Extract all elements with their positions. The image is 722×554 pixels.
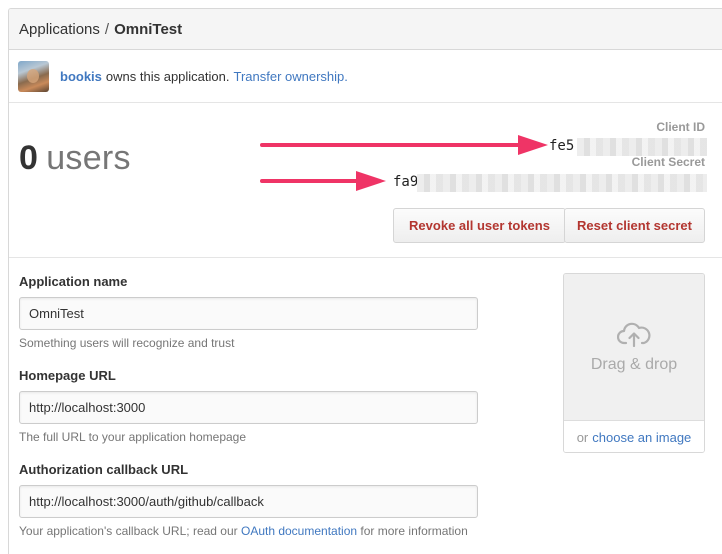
logo-dropzone[interactable]: Drag & drop or choose an image — [563, 273, 705, 453]
client-secret-label: Client Secret — [631, 155, 705, 169]
user-count: 0 users — [19, 139, 131, 178]
reset-secret-button[interactable]: Reset client secret — [564, 208, 705, 243]
breadcrumb-parent[interactable]: Applications — [19, 21, 100, 38]
client-secret-value: fa9 — [393, 174, 419, 190]
avatar[interactable] — [18, 60, 49, 92]
dropzone-area[interactable]: Drag & drop — [564, 274, 704, 421]
choose-image-link[interactable]: choose an image — [592, 430, 691, 445]
callback-url-input[interactable]: http://localhost:3000/auth/github/callba… — [19, 485, 478, 518]
homepage-url-note: The full URL to your application homepag… — [19, 430, 247, 444]
owner-row: bookis owns this application. Transfer o… — [9, 50, 722, 103]
callback-url-note: Your application's callback URL; read ou… — [19, 524, 468, 538]
cloud-upload-icon — [616, 321, 651, 350]
dropzone-footer: or choose an image — [564, 421, 704, 452]
owner-text: owns this application. — [105, 68, 230, 84]
app-name-label: Application name — [19, 274, 128, 289]
client-id-redaction — [577, 138, 707, 156]
client-id-value: fe5 — [549, 138, 575, 154]
breadcrumb-current: OmniTest — [114, 20, 183, 38]
homepage-url-input[interactable]: http://localhost:3000 — [19, 391, 478, 424]
homepage-url-label: Homepage URL — [19, 368, 116, 383]
oauth-documentation-link[interactable]: OAuth documentation — [241, 524, 357, 538]
client-id-label: Client ID — [656, 120, 705, 134]
callback-note-suffix: for more information — [360, 524, 468, 538]
callback-note-prefix: Your application's callback URL; read ou… — [19, 524, 238, 538]
arrow-right-icon — [260, 170, 388, 192]
breadcrumb-separator: / — [104, 20, 110, 38]
client-secret-redaction — [417, 174, 707, 192]
app-name-input[interactable]: OmniTest — [19, 297, 478, 330]
callback-url-label: Authorization callback URL — [19, 462, 189, 477]
user-count-unit: users — [46, 139, 131, 177]
app-name-note: Something users will recognize and trust — [19, 336, 235, 350]
drag-drop-label: Drag & drop — [590, 356, 678, 373]
breadcrumb: Applications / OmniTest — [9, 9, 722, 50]
transfer-ownership-link[interactable]: Transfer ownership. — [233, 69, 347, 84]
dropzone-or-text: or — [576, 429, 589, 445]
user-count-number: 0 — [19, 139, 39, 177]
owner-username-link[interactable]: bookis — [60, 69, 102, 84]
revoke-tokens-button[interactable]: Revoke all user tokens — [393, 208, 566, 243]
arrow-right-icon — [260, 134, 550, 156]
